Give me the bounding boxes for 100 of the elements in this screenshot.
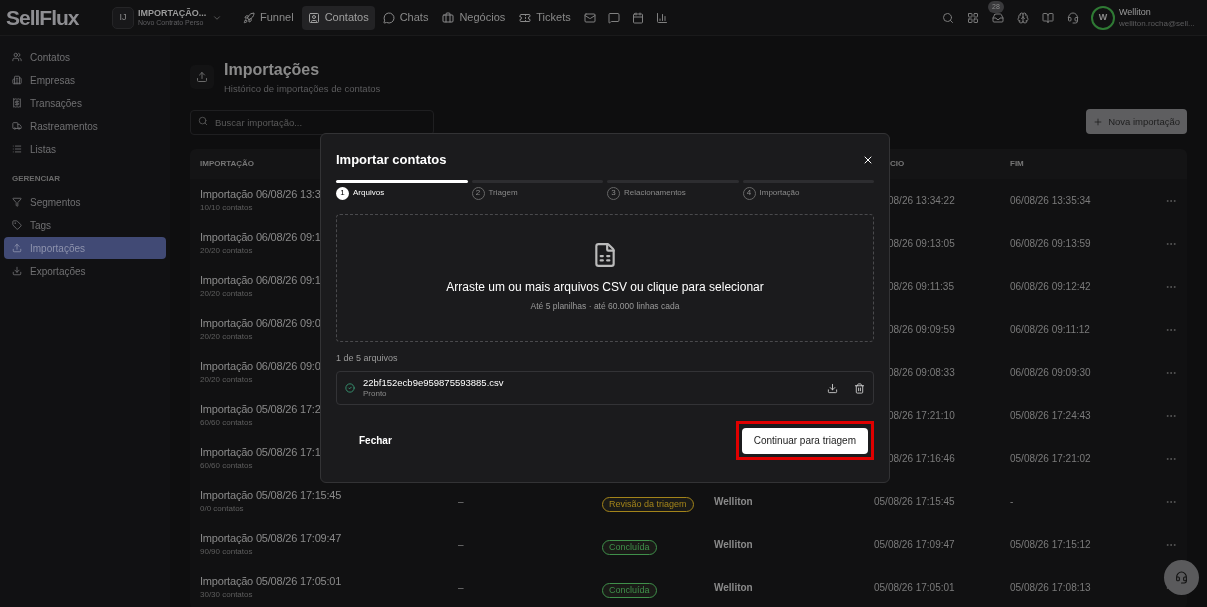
user-email: welliton.rocha@sell... — [1119, 17, 1195, 29]
page-subtitle: Histórico de importações de contatos — [224, 82, 381, 96]
plus-icon — [1093, 116, 1104, 127]
sidebar-item[interactable]: Segmentos — [4, 191, 166, 213]
chat-icon — [382, 11, 395, 24]
contact-count: 60/60 contatos — [200, 416, 253, 429]
import-name[interactable]: Importação 05/08/26 17:15:45 — [200, 488, 342, 502]
continue-button[interactable]: Continuar para triagem — [741, 427, 868, 454]
filter-icon — [12, 197, 22, 207]
import-name[interactable]: Importação 06/08/26 09:0 — [200, 316, 321, 330]
end-date: 06/08/26 13:35:34 — [1010, 194, 1092, 209]
list-icon — [12, 144, 22, 154]
user-name: Welliton — [714, 581, 754, 596]
status-badge: Concluída — [602, 539, 657, 555]
start-date: 05/08/26 17:15:45 — [874, 495, 956, 510]
step-tab[interactable]: 2 Triagem — [471, 179, 603, 200]
file-status: Pronto — [363, 388, 388, 399]
sidebar-item[interactable]: Empresas — [4, 69, 166, 91]
sidebar-item[interactable]: Exportações — [4, 260, 166, 282]
sidebar-item[interactable]: Contatos — [4, 46, 166, 68]
nav-tab[interactable]: Funnel — [237, 5, 300, 30]
import-name[interactable]: Importação 06/08/26 13:3 — [200, 187, 321, 201]
contact-count: 60/60 contatos — [200, 459, 253, 472]
source-value: – — [458, 495, 465, 510]
contact-count: 10/10 contatos — [200, 201, 253, 214]
rocket-icon — [243, 11, 255, 24]
import-name[interactable]: Importação 06/08/26 09:1 — [200, 230, 321, 244]
column-header: IMPORTAÇÃO — [200, 158, 255, 171]
end-date: 06/08/26 09:09:30 — [1010, 366, 1092, 381]
logo: SellFlux — [6, 4, 80, 31]
book-icon[interactable] — [1042, 11, 1054, 24]
import-name[interactable]: Importação 06/08/26 09:0 — [200, 359, 321, 373]
search-icon — [198, 116, 208, 127]
status-badge: Concluída — [602, 582, 657, 598]
tag-icon — [12, 220, 22, 230]
end-date: 05/08/26 17:24:43 — [1010, 409, 1092, 424]
file-name: 22bf152ecb9e959875593885.csv — [363, 377, 505, 388]
status-badge: Revisão da triagem — [602, 496, 694, 512]
import-name[interactable]: Importação 05/08/26 17:05:01 — [200, 574, 342, 588]
start-date: 05/08/26 17:09:47 — [874, 538, 956, 553]
search-field[interactable]: Buscar importação... — [190, 110, 434, 136]
end-date: 05/08/26 17:21:02 — [1010, 452, 1092, 467]
source-value: – — [458, 538, 465, 553]
page-title: Importações — [224, 60, 321, 80]
users-icon — [12, 52, 22, 62]
end-date: 06/08/26 09:11:12 — [1010, 323, 1091, 338]
headset-icon[interactable] — [1067, 11, 1079, 24]
step-tab[interactable]: 1 Arquivos — [336, 179, 468, 200]
end-date: - — [1010, 495, 1015, 510]
sidebar-item[interactable]: Listas — [4, 138, 166, 160]
nav-tab[interactable]: Tickets — [513, 5, 577, 30]
inbox-icon[interactable] — [992, 11, 1004, 24]
contact-icon — [307, 11, 320, 24]
end-date: 05/08/26 17:15:12 — [1010, 538, 1092, 553]
end-date: 06/08/26 09:13:59 — [1010, 237, 1092, 252]
contact-count: 90/90 contatos — [200, 545, 253, 558]
contact-count: 30/30 contatos — [200, 588, 253, 601]
sidebar-item[interactable]: Importações — [4, 237, 166, 259]
column-header: FIM — [1010, 158, 1024, 171]
workspace-avatar[interactable]: IJ — [112, 6, 134, 29]
import-name[interactable]: Importação 05/08/26 17:1 — [200, 445, 321, 459]
trash-icon[interactable] — [854, 382, 865, 394]
file-dropzone[interactable]: Arraste um ou mais arquivos CSV ou clique para selecionar Até 5 planilhas · até 60.000 linhas cada — [336, 213, 874, 342]
import-name[interactable]: Importação 06/08/26 09:1 — [200, 273, 321, 287]
source-value: – — [458, 581, 465, 596]
nav-tab[interactable]: Negócios — [436, 5, 512, 30]
brain-icon[interactable] — [1017, 11, 1029, 24]
sidebar-item[interactable]: Tags — [4, 214, 166, 236]
spreadsheet-file-icon — [592, 242, 618, 269]
user-avatar[interactable]: W — [1091, 5, 1115, 30]
dialog-title: Importar contatos — [336, 151, 447, 169]
import-name[interactable]: Importação 05/08/26 17:09:47 — [200, 531, 342, 545]
search-icon[interactable] — [942, 11, 954, 24]
truck-icon — [12, 121, 22, 131]
download-icon — [12, 266, 22, 276]
headset-icon — [1175, 571, 1188, 584]
user-name: Welliton — [1119, 6, 1152, 18]
import-name[interactable]: Importação 05/08/26 17:2 — [200, 402, 321, 416]
sidebar-item[interactable]: Rastreamentos — [4, 115, 166, 137]
section-title: GERENCIAR — [11, 173, 61, 185]
step-tab[interactable]: 3 Relacionamentos — [607, 179, 739, 200]
user-name: Welliton — [714, 495, 754, 510]
ticket-icon — [519, 11, 532, 24]
file-count: 1 de 5 arquivos — [336, 351, 399, 365]
download-icon[interactable] — [827, 382, 838, 394]
upload-icon — [196, 71, 208, 84]
nav-tab[interactable]: Contatos — [301, 5, 375, 30]
nav-tab[interactable]: Chats — [376, 5, 435, 30]
step-tab[interactable]: 4 Importação — [742, 179, 874, 200]
workspace-name: IMPORTAÇÃO... — [138, 7, 207, 18]
end-date: 06/08/26 09:12:42 — [1010, 280, 1092, 295]
building-icon — [12, 75, 22, 85]
close-button[interactable]: Fechar — [336, 425, 415, 456]
apps-grid-icon[interactable] — [967, 11, 979, 24]
briefcase-icon — [442, 11, 455, 24]
receipt-icon — [12, 98, 22, 108]
column-header: CIO — [890, 158, 905, 171]
check-circle-icon — [345, 383, 355, 393]
sidebar-item[interactable]: Transações — [4, 92, 166, 114]
end-date: 05/08/26 17:08:13 — [1010, 581, 1092, 596]
